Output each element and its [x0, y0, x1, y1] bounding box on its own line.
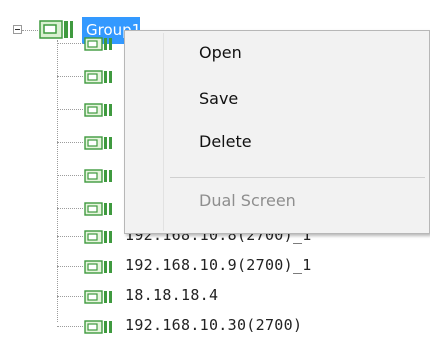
camera-icon: [84, 260, 112, 274]
tree-connector: [57, 296, 83, 297]
tree-connector: [57, 175, 83, 176]
menu-item-dual-screen: Dual Screen: [199, 191, 296, 210]
menu-item-open[interactable]: Open: [199, 43, 242, 62]
tree-connector: [57, 109, 83, 110]
tree-connector: [57, 142, 83, 143]
tree-connector: [57, 326, 83, 327]
camera-icon: [84, 230, 112, 244]
camera-icon: [84, 320, 112, 334]
camera-icon: [84, 169, 112, 183]
tree-item-label: 192.168.10.30(2700): [125, 316, 303, 334]
camera-group-icon: [39, 20, 73, 39]
camera-icon: [84, 37, 112, 51]
tree-connector: [57, 208, 83, 209]
camera-icon: [84, 136, 112, 150]
tree-connector: [57, 43, 83, 44]
menu-separator: [170, 177, 425, 178]
context-menu-strip-divider: [163, 33, 164, 231]
camera-icon: [84, 290, 112, 304]
menu-item-delete[interactable]: Delete: [199, 132, 252, 151]
tree-vertical-connector: [57, 40, 58, 322]
context-menu: Open Save Delete Dual Screen: [124, 30, 430, 234]
context-menu-icon-strip: [125, 31, 163, 233]
collapse-minus-icon[interactable]: [13, 25, 22, 34]
tree-connector: [57, 236, 83, 237]
tree-connector: [57, 76, 83, 77]
camera-icon: [84, 103, 112, 117]
camera-icon: [84, 70, 112, 84]
camera-icon: [84, 202, 112, 216]
device-tree: Group1 192.168.10.8(2700)_1 192.168.10.9(…: [0, 0, 430, 357]
menu-item-save[interactable]: Save: [199, 89, 238, 108]
tree-connector: [22, 30, 38, 31]
tree-connector: [57, 266, 83, 267]
tree-item-label: 18.18.18.4: [125, 286, 219, 304]
tree-item-label: 192.168.10.9(2700)_1: [125, 256, 312, 274]
